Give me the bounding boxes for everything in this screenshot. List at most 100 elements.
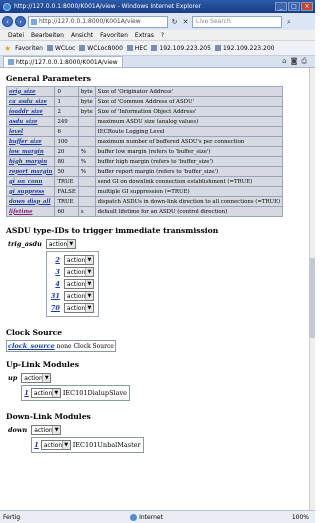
uplink-action-select[interactable]: action ▼ [21, 373, 52, 383]
downlink-index-link[interactable]: 1 [34, 441, 39, 449]
param-link[interactable]: low_margin [9, 149, 44, 155]
uplink-module-row: 1 action ▼ IEC101DialupSlave [21, 385, 131, 401]
param-link[interactable]: report_margin [9, 169, 52, 175]
asdu-action-select[interactable]: action ▼ [63, 291, 94, 301]
zoom-level[interactable]: 100% [292, 514, 309, 521]
title-bar: http://127.0.0.1:8000/K001A/view - Windo… [0, 0, 315, 13]
asdu-heading: ASDU type-IDs to trigger immediate trans… [6, 226, 219, 235]
address-url: http://127.0.0.1:8000/K001A/view [39, 17, 141, 25]
print-icon[interactable]: ⎙ [301, 57, 307, 66]
chevron-down-icon: ▼ [84, 304, 93, 312]
asdu-action-select[interactable]: action ▼ [63, 303, 94, 313]
maximize-button[interactable]: □ [288, 2, 300, 11]
link-icon [151, 45, 158, 51]
favorites-button[interactable]: Favoriten [15, 45, 43, 52]
downlink-item-action-select[interactable]: action ▼ [40, 440, 71, 450]
param-link[interactable]: level [9, 129, 23, 135]
chevron-down-icon: ▼ [84, 268, 93, 276]
table-row: gi_suppress FALSE multiple GI suppression … [5, 186, 284, 197]
page-favicon-icon [8, 59, 14, 65]
link-icon [126, 45, 133, 51]
menu-bearbeiten[interactable]: Bearbeiten [31, 32, 64, 39]
forward-button[interactable]: › [15, 16, 26, 27]
clock-source-heading: Clock Source [6, 328, 63, 337]
param-desc: Size of 'Originator Address' [94, 86, 284, 97]
favorite-item[interactable]: 192.109.223.205 [151, 45, 211, 52]
asdu-trigger-table: trig_asdu action ▼ 2 action ▼ 3 action ▼ 4 actio… [6, 238, 101, 320]
param-link[interactable]: ioaddr_size [9, 109, 43, 115]
menu-ansicht[interactable]: Ansicht [71, 32, 93, 39]
favorites-star-icon[interactable]: ★ [4, 44, 11, 53]
clock-source-link[interactable]: clock_source [8, 342, 55, 350]
tab-row: http://127.0.0.1:8000/K001A/view ⌂ ◙ ⎙ [0, 56, 315, 68]
status-text: Fertig [3, 513, 21, 521]
param-unit: % [77, 156, 96, 167]
param-link[interactable]: down_disp_all [9, 199, 51, 205]
param-value: 20 [54, 146, 79, 157]
param-link[interactable]: gi_suppress [9, 189, 44, 195]
param-desc: buffer report margin (refers to 'buffer_… [94, 166, 284, 177]
asdu-index-link[interactable]: 70 [51, 304, 60, 312]
home-icon[interactable]: ⌂ [282, 57, 286, 66]
uplink-item-action-select[interactable]: action ▼ [30, 388, 61, 398]
param-link[interactable]: asdu_size [9, 119, 38, 125]
asdu-index-link[interactable]: 2 [55, 256, 60, 264]
vertical-scrollbar[interactable] [309, 68, 315, 510]
favorite-item[interactable]: 192.109.223.200 [214, 45, 274, 52]
param-link[interactable]: gi_on_conn [9, 179, 42, 185]
asdu-action-select[interactable]: action ▼ [63, 255, 94, 265]
minimize-button[interactable]: _ [275, 2, 287, 11]
chevron-down-icon: ▼ [61, 441, 70, 449]
list-item: 3 action ▼ [49, 266, 96, 278]
param-link[interactable]: buffer_size [9, 139, 42, 145]
favorite-item[interactable]: WCLoc [46, 45, 75, 52]
window-title: http://127.0.0.1:8000/K001A/view - Windo… [14, 3, 202, 10]
favorite-item[interactable]: WCLoc8000 [79, 45, 123, 52]
param-link[interactable]: high_margin [9, 159, 47, 165]
param-desc: buffer high margin (refers to 'buffer_si… [94, 156, 284, 167]
chevron-down-icon: ▼ [51, 389, 60, 397]
menu-help[interactable]: ? [161, 32, 164, 39]
param-value: 249 [54, 116, 79, 127]
chevron-down-icon: ▼ [66, 240, 75, 248]
address-bar[interactable]: http://127.0.0.1:8000/K001A/view [28, 15, 168, 28]
page-content: General Parameters orig_size 0 byte Size of… [0, 68, 309, 510]
asdu-action-select[interactable]: action ▼ [63, 267, 94, 277]
clock-source-desc: Clock Source [73, 343, 114, 350]
menu-extras[interactable]: Extras [135, 32, 154, 39]
general-parameters-table: orig_size 0 byte Size of 'Originator Addres… [5, 86, 284, 217]
favorites-bar: ★ Favoriten WCLoc WCLoc8000 HEC 192.109.… [0, 41, 315, 56]
asdu-index-link[interactable]: 31 [51, 292, 60, 300]
close-button[interactable]: × [301, 2, 313, 11]
stop-icon[interactable]: ✕ [181, 17, 190, 27]
param-desc: send GI on downlink connection establish… [94, 176, 284, 187]
scrollbar-thumb[interactable] [310, 258, 315, 338]
param-link[interactable]: orig_size [9, 89, 36, 95]
param-link[interactable]: lifetime [9, 209, 33, 215]
downlink-action-select[interactable]: action ▼ [31, 425, 62, 435]
asdu-action-select[interactable]: action ▼ [63, 279, 94, 289]
trig-asdu-label: trig_asdu [8, 240, 42, 248]
favorite-item[interactable]: HEC [126, 45, 147, 52]
back-button[interactable]: ‹ [2, 16, 13, 27]
list-item: 4 action ▼ [49, 278, 96, 290]
param-value: 50 [54, 166, 79, 177]
feeds-icon[interactable]: ◙ [291, 57, 298, 66]
asdu-list: 2 action ▼ 3 action ▼ 4 action ▼ 31 action ▼ 70 actio… [45, 251, 99, 317]
param-unit [77, 116, 96, 127]
param-unit: s [77, 206, 96, 217]
asdu-index-link[interactable]: 3 [55, 268, 60, 276]
menu-favoriten[interactable]: Favoriten [100, 32, 128, 39]
trig-asdu-action-select[interactable]: action ▼ [45, 239, 76, 249]
security-zone: Internet [130, 513, 163, 521]
asdu-index-link[interactable]: 4 [55, 280, 60, 288]
search-icon[interactable]: ⌕ [284, 16, 294, 28]
tab-current[interactable]: http://127.0.0.1:8000/K001A/view [3, 56, 123, 67]
search-input[interactable]: Live Search [192, 15, 282, 28]
param-unit [77, 186, 96, 197]
menu-datei[interactable]: Datei [8, 32, 24, 39]
uplink-index-link[interactable]: 1 [24, 389, 29, 397]
globe-icon [130, 513, 138, 521]
refresh-icon[interactable]: ↻ [170, 17, 179, 27]
param-link[interactable]: ca_asdu_size [9, 99, 47, 105]
